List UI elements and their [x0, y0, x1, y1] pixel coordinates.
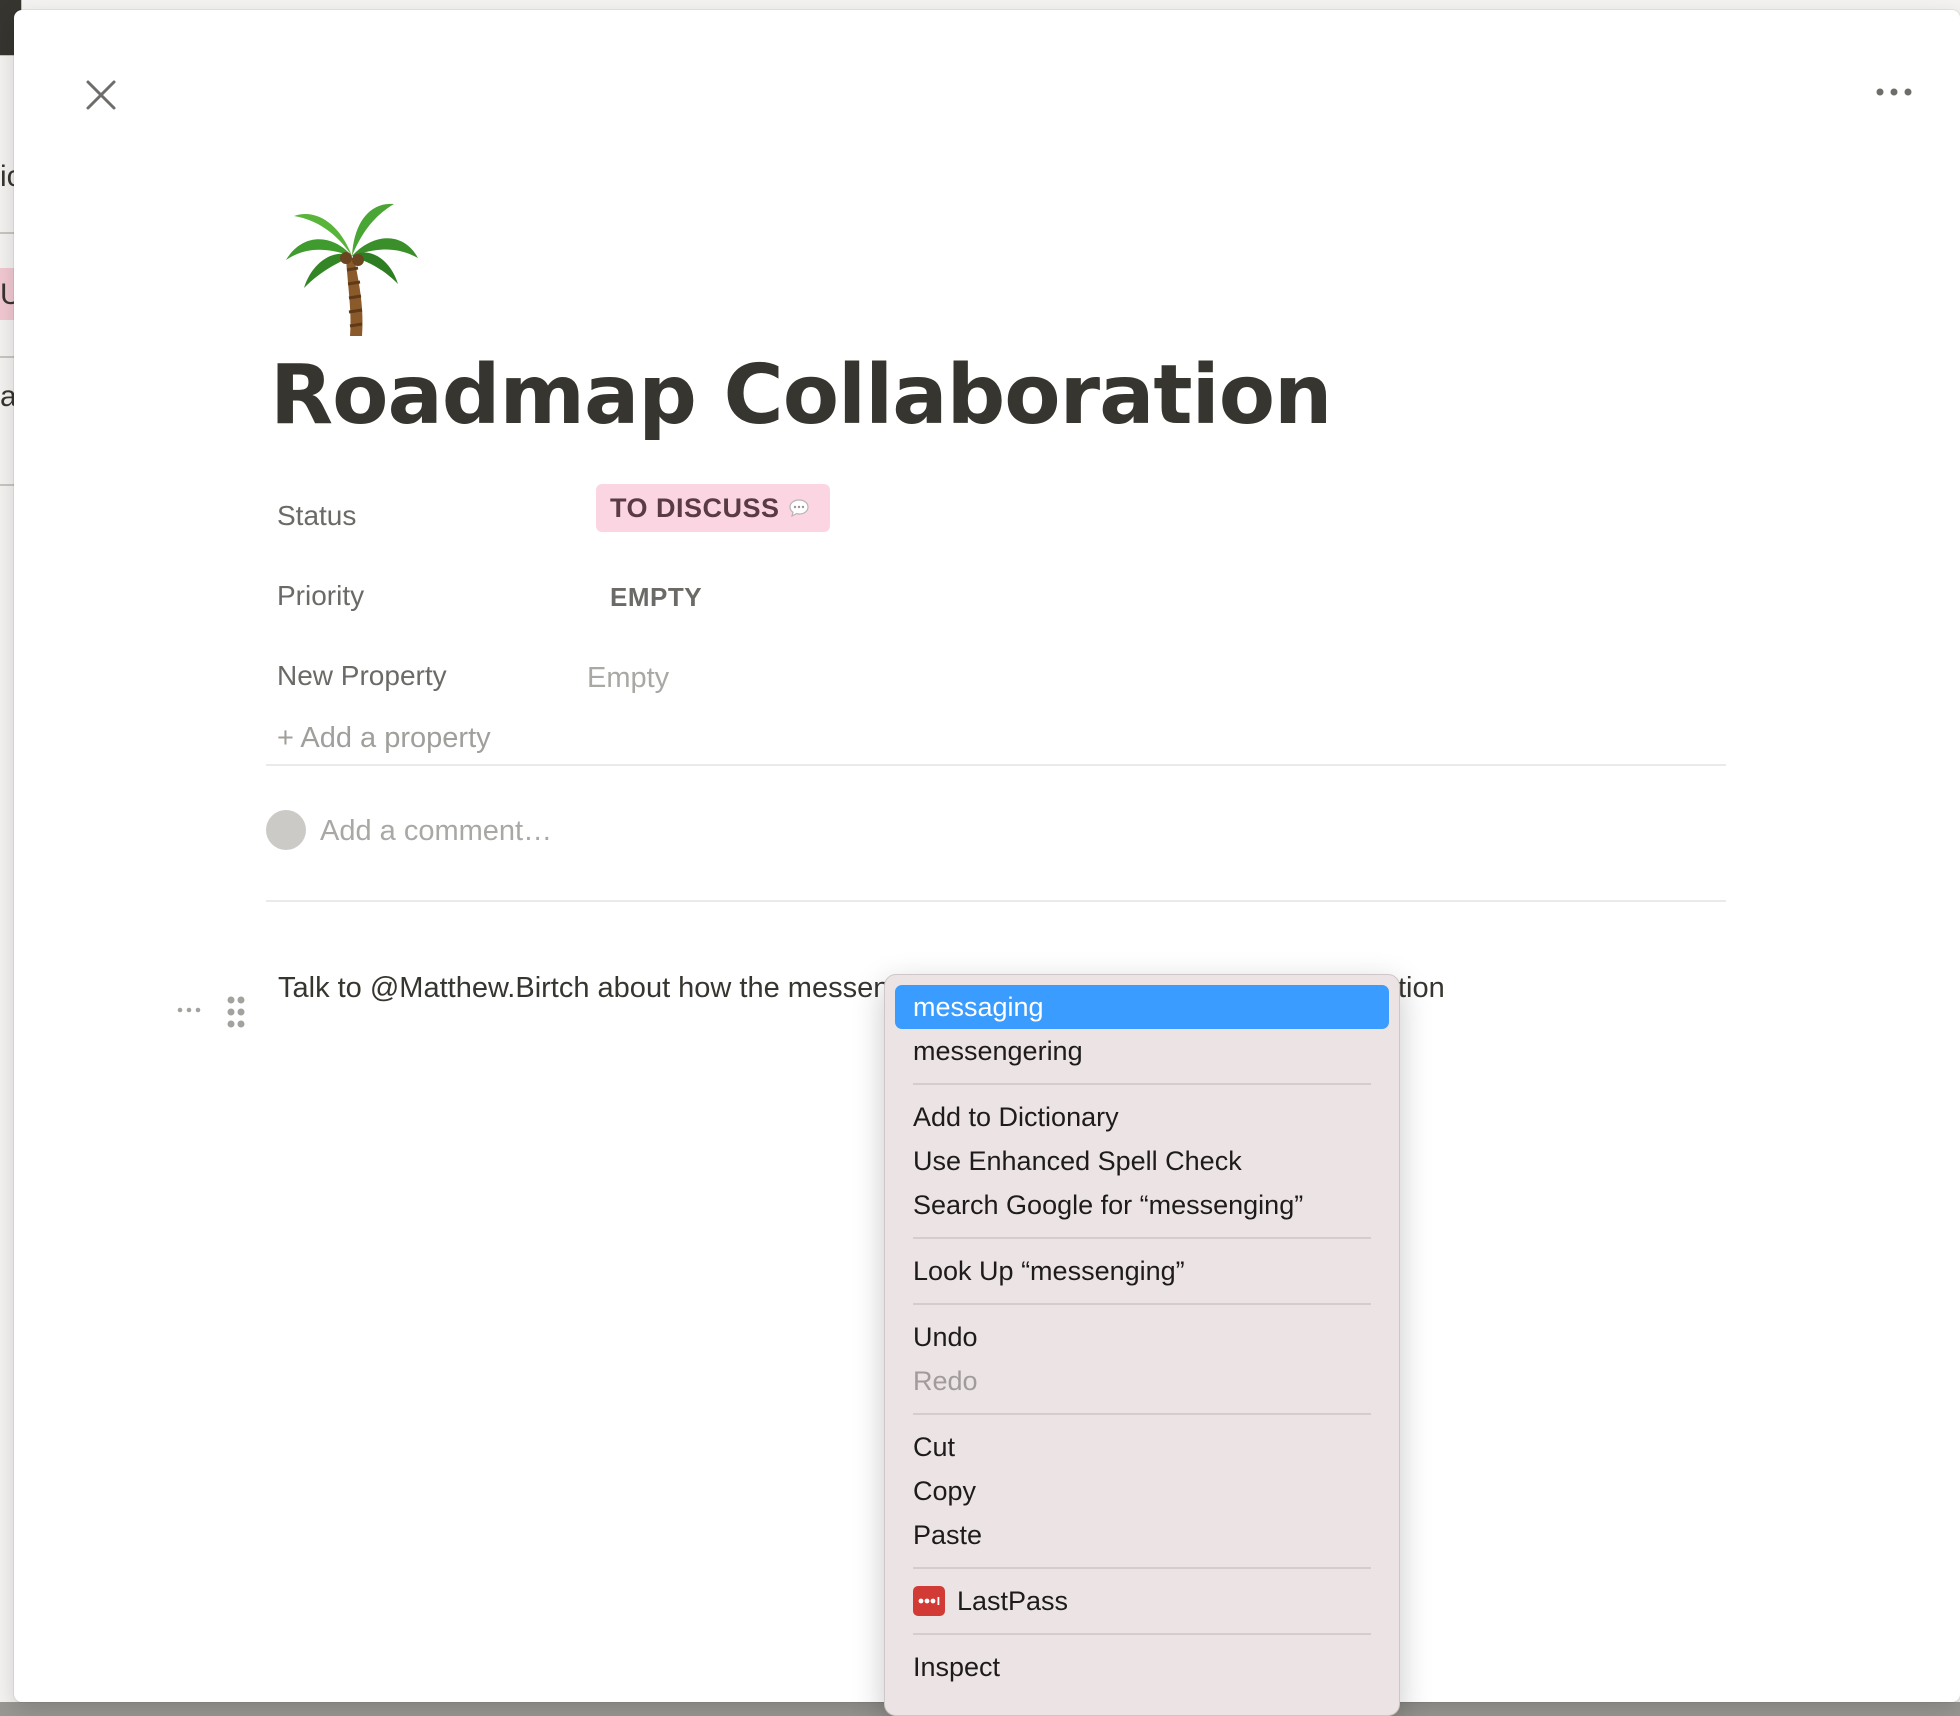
menu-item-search-google[interactable]: Search Google for “messenging” — [895, 1183, 1389, 1227]
divider — [266, 764, 1726, 766]
menu-separator — [913, 1083, 1371, 1085]
close-icon — [86, 80, 116, 110]
menu-item-copy[interactable]: Copy — [895, 1469, 1389, 1513]
priority-value[interactable]: EMPTY — [610, 582, 702, 613]
menu-item-paste[interactable]: Paste — [895, 1513, 1389, 1557]
menu-item-lastpass[interactable]: LastPass — [895, 1579, 1389, 1623]
context-menu: messaging messengering Add to Dictionary… — [884, 974, 1400, 1716]
text-block-start: Talk to @Matthew.Birtch about how the me… — [278, 972, 890, 1004]
lastpass-icon — [913, 1586, 945, 1616]
more-horizontal-icon — [177, 1007, 201, 1013]
menu-item-undo[interactable]: Undo — [895, 1315, 1389, 1359]
menu-separator — [913, 1413, 1371, 1415]
drag-handle-icon — [227, 996, 245, 1028]
page-title[interactable]: Roadmap Collaboration — [270, 348, 1332, 443]
avatar — [266, 810, 306, 850]
add-property-button[interactable]: + Add a property — [277, 722, 491, 755]
background-divider — [0, 484, 14, 486]
menu-item-suggestion-messengering[interactable]: messengering — [895, 1029, 1389, 1073]
menu-separator — [913, 1633, 1371, 1635]
menu-separator — [913, 1567, 1371, 1569]
status-value[interactable]: TO DISCUSS — [596, 484, 830, 532]
divider — [266, 900, 1726, 902]
speech-bubble-icon — [788, 499, 809, 518]
menu-separator — [913, 1303, 1371, 1305]
property-label-new-property[interactable]: New Property — [277, 660, 447, 692]
text-block[interactable]: Talk to @Matthew.Birtch about how the me… — [278, 972, 889, 1005]
menu-item-enhanced-spell-check[interactable]: Use Enhanced Spell Check — [895, 1139, 1389, 1183]
drag-handle[interactable] — [224, 994, 248, 1030]
property-label-status[interactable]: Status — [277, 500, 356, 532]
property-label-priority[interactable]: Priority — [277, 580, 364, 612]
new-property-value[interactable]: Empty — [587, 662, 669, 695]
text-block-end: tion — [1398, 972, 1445, 1004]
comment-input[interactable] — [320, 810, 1020, 852]
palm-tree-icon[interactable] — [282, 188, 422, 338]
block-more-button[interactable] — [174, 1000, 204, 1020]
menu-item-suggestion-messaging[interactable]: messaging — [895, 985, 1389, 1029]
menu-item-cut[interactable]: Cut — [895, 1425, 1389, 1469]
menu-item-inspect[interactable]: Inspect — [895, 1645, 1389, 1689]
menu-item-look-up[interactable]: Look Up “messenging” — [895, 1249, 1389, 1293]
status-text: TO DISCUSS — [610, 492, 780, 523]
menu-item-lastpass-label: LastPass — [957, 1585, 1069, 1616]
menu-separator — [913, 1237, 1371, 1239]
more-horizontal-icon — [1876, 88, 1912, 96]
more-options-button[interactable] — [1864, 70, 1924, 114]
close-button[interactable] — [66, 60, 134, 128]
background-divider — [0, 232, 14, 234]
background-divider — [0, 356, 14, 358]
menu-item-redo: Redo — [913, 1365, 978, 1396]
menu-item-add-to-dictionary[interactable]: Add to Dictionary — [895, 1095, 1389, 1139]
